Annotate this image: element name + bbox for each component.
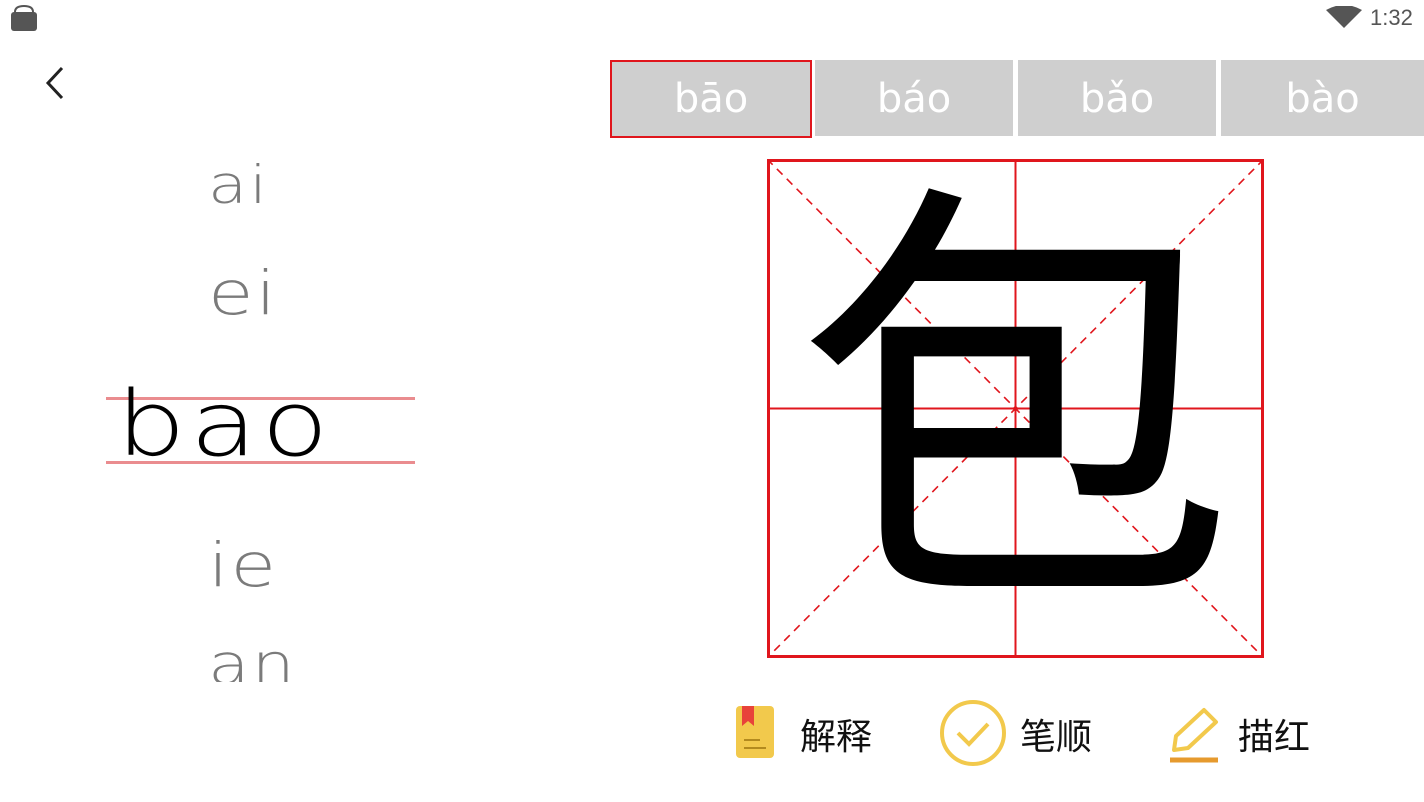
check-circle-icon	[940, 700, 1006, 766]
selected-syllable: bao	[116, 371, 333, 477]
syllable-item[interactable]: ai	[208, 160, 269, 212]
syllable-item[interactable]: ie	[208, 535, 278, 596]
tone-tab-3[interactable]: bǎo	[1018, 60, 1216, 136]
syllable-item[interactable]: an	[208, 638, 297, 682]
tone-tab-4[interactable]: bào	[1221, 60, 1424, 136]
stroke-order-button[interactable]: 笔顺	[938, 696, 1098, 770]
syllable-item[interactable]: ei	[208, 263, 278, 324]
pencil-icon	[1170, 708, 1218, 763]
tone-tab-1[interactable]: bāo	[610, 60, 812, 138]
trace-button[interactable]: 描红	[1166, 696, 1316, 770]
hanzi-character: 包	[795, 152, 1236, 664]
store-icon	[11, 4, 37, 31]
status-time: 1:32	[1370, 5, 1413, 30]
trace-label: 描红	[1238, 717, 1311, 758]
status-bar: 1:32	[0, 0, 1424, 36]
back-button[interactable]	[32, 60, 78, 106]
chevron-left-icon	[45, 66, 64, 100]
book-icon	[736, 706, 774, 758]
stroke-order-label: 笔顺	[1020, 717, 1093, 758]
wifi-icon	[1326, 6, 1362, 28]
explain-label: 解释	[800, 717, 873, 758]
explain-button[interactable]: 解释	[732, 696, 882, 770]
tone-tab-2[interactable]: báo	[815, 60, 1013, 136]
